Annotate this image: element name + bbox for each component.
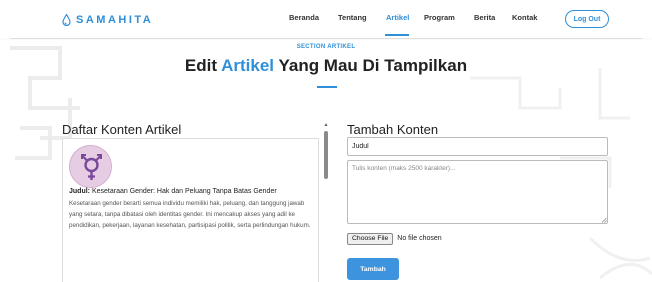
file-upload-row: Choose File No file chosen — [347, 232, 442, 245]
nav-link-berita[interactable]: Berita — [474, 13, 495, 22]
article-image — [69, 145, 112, 188]
section-tag: SECTION ARTIKEL — [296, 44, 356, 50]
article-title-label: Judul: — [69, 188, 90, 195]
nav-link-program[interactable]: Program — [424, 13, 455, 22]
scroll-up-arrow-icon[interactable]: ▲ — [323, 122, 329, 128]
gender-symbol-icon — [70, 146, 111, 187]
page-title-suffix: Yang Mau Di Tampilkan — [274, 56, 468, 75]
article-list-scrollbar[interactable]: ▲ — [323, 122, 329, 282]
scroll-thumb[interactable] — [324, 131, 328, 179]
navbar: SAMAHITA Beranda Tentang Artikel Program… — [0, 0, 652, 38]
page-title-prefix: Edit — [184, 56, 222, 75]
article-list-title: Daftar Konten Artikel — [62, 122, 182, 137]
title-divider — [317, 86, 337, 88]
nav-link-artikel[interactable]: Artikel — [386, 13, 409, 22]
title-input[interactable] — [347, 137, 608, 156]
nav-link-kontak[interactable]: Kontak — [512, 13, 537, 22]
nav-link-beranda[interactable]: Beranda — [289, 13, 319, 22]
choose-file-button[interactable]: Choose File — [347, 232, 394, 245]
add-content-title: Tambah Konten — [347, 122, 439, 137]
article-title-text: Kesetaraan Gender: Hak dan Peluang Tanpa… — [90, 188, 277, 195]
file-status: No file chosen — [397, 235, 442, 242]
page-title: Edit Artikel Yang Mau Di Tampilkan — [0, 56, 652, 76]
logout-button[interactable]: Log Out — [565, 10, 609, 28]
page-title-accent: Artikel — [221, 56, 275, 75]
article-list[interactable]: Judul: Kesetaraan Gender: Hak dan Peluan… — [62, 138, 319, 282]
content-textarea[interactable] — [347, 160, 608, 224]
nav-links: Beranda Tentang Artikel Program Berita K… — [0, 13, 652, 27]
article-description: Kesetaraan gender berarti semua individu… — [69, 200, 311, 229]
add-button[interactable]: Tambah — [347, 258, 399, 280]
nav-link-tentang[interactable]: Tentang — [338, 13, 367, 22]
resize-grip-icon[interactable] — [601, 217, 607, 223]
article-title: Judul: Kesetaraan Gender: Hak dan Peluan… — [69, 187, 314, 197]
active-nav-indicator — [385, 34, 409, 36]
